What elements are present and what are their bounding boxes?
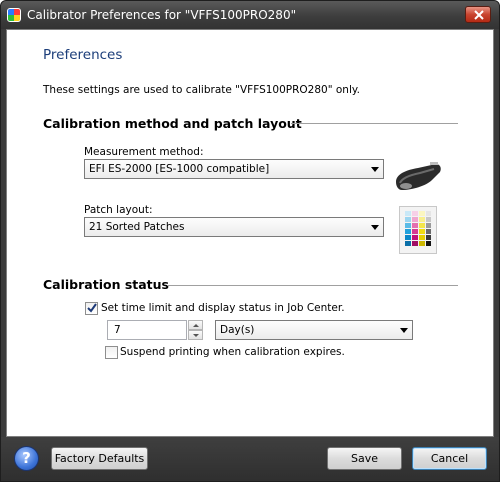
section-title-calibration-method: Calibration method and patch layout [43,116,302,131]
time-limit-label: Set time limit and display status in Job… [101,302,345,314]
time-limit-stepper[interactable] [188,320,203,340]
preferences-description: These settings are used to calibrate "VF… [43,84,360,96]
suspend-printing-checkbox[interactable] [105,346,118,359]
time-limit-value: 7 [114,324,121,336]
time-unit-value: Day(s) [220,324,255,336]
save-button[interactable]: Save [327,447,402,470]
preferences-heading: Preferences [43,47,123,63]
suspend-printing-label: Suspend printing when calibration expire… [120,346,345,358]
chevron-down-icon [371,225,379,230]
section-title-calibration-status: Calibration status [43,277,169,292]
calibrator-preferences-window: Calibrator Preferences for "VFFS100PRO28… [0,0,500,482]
measurement-method-dropdown[interactable]: EFI ES-2000 [ES-1000 compatible] [84,159,384,179]
patch-chart-icon [399,206,437,254]
section-divider [167,285,458,286]
app-icon [7,8,21,22]
decrement-button[interactable] [188,330,203,340]
measurement-method-value: EFI ES-2000 [ES-1000 compatible] [89,163,270,175]
chevron-down-icon [371,167,379,172]
chevron-up-icon [193,324,199,327]
spectrophotometer-icon [396,162,441,190]
close-icon [474,10,484,20]
factory-defaults-button[interactable]: Factory Defaults [51,447,148,470]
section-divider [291,123,458,124]
patch-layout-value: 21 Sorted Patches [89,221,185,233]
chevron-down-icon [400,328,408,333]
dialog-footer: ? Factory Defaults Save Cancel [1,437,499,481]
time-limit-checkbox[interactable] [85,302,98,315]
time-limit-input[interactable]: 7 [107,320,187,340]
dialog-body: Preferences These settings are used to c… [6,29,494,437]
checkmark-icon [87,303,97,313]
time-unit-dropdown[interactable]: Day(s) [215,320,413,340]
window-title: Calibrator Preferences for "VFFS100PRO28… [27,8,297,22]
patch-layout-label: Patch layout: [84,204,153,216]
increment-button[interactable] [188,320,203,330]
help-icon[interactable]: ? [14,446,39,471]
chevron-down-icon [193,334,199,337]
patch-layout-dropdown[interactable]: 21 Sorted Patches [84,217,384,237]
measurement-method-label: Measurement method: [84,146,204,158]
cancel-button[interactable]: Cancel [412,447,487,470]
title-bar[interactable]: Calibrator Preferences for "VFFS100PRO28… [1,1,499,29]
close-button[interactable] [465,6,491,23]
